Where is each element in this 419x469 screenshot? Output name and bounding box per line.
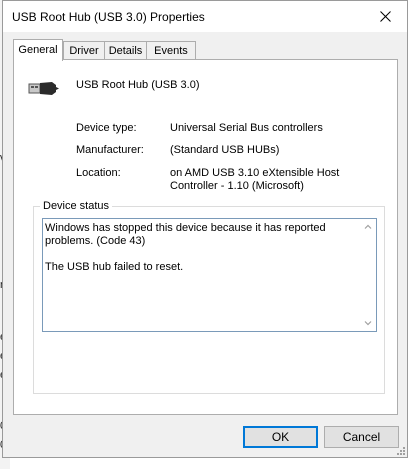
resize-grip-icon[interactable] — [396, 446, 406, 456]
location-value: on AMD USB 3.10 eXtensible Host Controll… — [170, 167, 340, 192]
scroll-up-arrow-icon[interactable] — [363, 222, 373, 232]
tab-label: Events — [154, 45, 188, 57]
tab-general[interactable]: General — [13, 39, 63, 61]
close-button[interactable] — [363, 1, 407, 32]
scroll-down-arrow-icon[interactable] — [363, 318, 373, 328]
status-message-line: Windows has stopped this device because … — [45, 222, 326, 247]
close-icon — [379, 11, 391, 22]
tab-events[interactable]: Events — [146, 41, 196, 59]
manufacturer-label: Manufacturer: — [76, 144, 144, 156]
window-title: USB Root Hub (USB 3.0) Properties — [12, 10, 205, 24]
device-type-label: Device type: — [76, 122, 137, 134]
properties-dialog: USB Root Hub (USB 3.0) Properties Genera… — [2, 0, 408, 458]
device-status-text: Windows has stopped this device because … — [45, 222, 355, 274]
status-message-line: The USB hub failed to reset. — [45, 261, 184, 273]
location-label: Location: — [76, 167, 121, 179]
general-tab-panel: USB Root Hub (USB 3.0) Device type: Univ… — [13, 59, 398, 415]
usb-connector-icon — [28, 82, 59, 95]
tab-label: Driver — [69, 45, 99, 57]
tab-details[interactable]: Details — [104, 41, 147, 59]
device-status-group: Device status Windows has stopped this d… — [33, 200, 385, 394]
ok-button[interactable]: OK — [243, 426, 318, 448]
tab-label: Details — [108, 45, 143, 57]
tab-label: General — [18, 44, 58, 56]
vertical-scrollbar[interactable] — [360, 219, 376, 331]
tab-driver[interactable]: Driver — [63, 41, 105, 59]
device-status-textbox[interactable]: Windows has stopped this device because … — [42, 218, 377, 332]
cancel-button[interactable]: Cancel — [324, 426, 399, 448]
device-name: USB Root Hub (USB 3.0) — [76, 79, 200, 91]
device-status-legend: Device status — [40, 200, 113, 212]
manufacturer-value: (Standard USB HUBs) — [170, 144, 280, 156]
title-bar[interactable]: USB Root Hub (USB 3.0) Properties — [3, 1, 407, 32]
device-type-value: Universal Serial Bus controllers — [170, 122, 323, 134]
